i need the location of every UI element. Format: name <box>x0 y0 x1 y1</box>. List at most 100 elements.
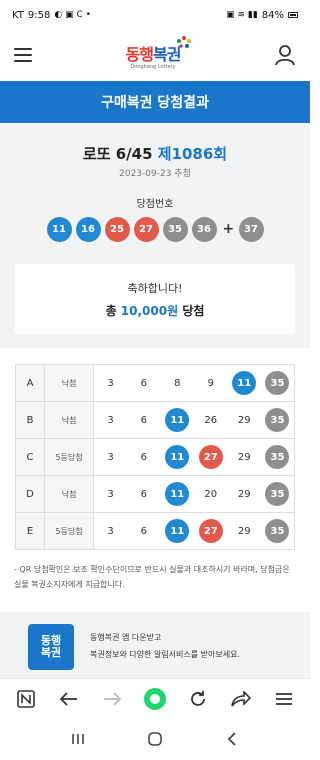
recent-apps-icon[interactable] <box>63 724 93 754</box>
ticket-number: 3 <box>107 377 114 389</box>
donghang-logo[interactable]: 동행복권 Donghang Lottery <box>125 35 192 70</box>
matched-number-ball: 35 <box>265 519 290 543</box>
ticket-number-cell: 11 <box>160 438 195 476</box>
ticket-number: 29 <box>237 525 251 537</box>
matched-number-ball: 11 <box>232 371 257 395</box>
logo-wordmark: 동행복권 <box>125 44 182 64</box>
ticket-number-cell: 3 <box>93 512 128 550</box>
ticket-letter: A <box>15 364 46 402</box>
menu-icon[interactable] <box>270 685 298 713</box>
reload-icon[interactable] <box>184 685 212 713</box>
ticket-row: E 5등당첨 3 6 11 27 29 35 <box>15 512 295 550</box>
app-logo-icon: 동행 복권 <box>28 624 74 670</box>
matched-number-ball: 27 <box>198 519 223 543</box>
clock: 9:58 <box>27 9 51 21</box>
ticket-number-cell: 35 <box>260 512 295 550</box>
ticket-number-cell: 6 <box>127 438 161 476</box>
banner-text-2: 복권정보와 다양한 알림서비스를 받아보세요. <box>90 650 241 659</box>
winning-numbers: 11 16 25 27 35 36 +37 <box>0 216 310 242</box>
ticket-number-cell: 3 <box>93 364 128 402</box>
ticket-number: 29 <box>237 488 251 500</box>
ticket-row: D 낙첨 3 6 11 20 29 35 <box>15 475 295 513</box>
ticket-result: 5등당첨 <box>44 512 95 550</box>
plus-sign: + <box>222 221 235 237</box>
ticket-number: 6 <box>140 488 147 500</box>
hamburger-icon[interactable] <box>14 48 32 62</box>
matched-number-ball: 11 <box>165 482 190 506</box>
ticket-number-cell: 35 <box>260 364 295 402</box>
ticket-number: 29 <box>237 414 251 426</box>
ticket-row: B 낙첨 3 6 11 26 29 35 <box>15 401 295 439</box>
app-download-banner[interactable]: 동행 복권 동행복권 앱 다운받고 복권정보와 다양한 알림서비스를 받아보세요. <box>0 612 310 678</box>
prize-amount: 10,000원 <box>120 304 179 318</box>
congrats-text: 축하합니다! <box>127 282 183 295</box>
ticket-number: 9 <box>207 377 214 389</box>
ticket-number-cell: 29 <box>227 512 261 550</box>
person-icon[interactable] <box>274 44 296 66</box>
draw-result-panel: 로또 6/45 제1086회 2023-09-23 추첨 당첨번호 11 16 25… <box>0 123 310 348</box>
ticket-number: 6 <box>140 451 147 463</box>
back-icon[interactable] <box>217 724 247 754</box>
carrier-label: KT <box>12 9 24 21</box>
bonus-ball: 37 <box>238 216 264 242</box>
page-title: 구매복권 당첨결과 <box>0 81 310 123</box>
ticket-results-table: A 낙첨 3 6 8 9 11 35 B 낙첨 3 6 11 26 29 35 C 5등당첨 3 6 11 27 29 35 D… <box>15 364 295 550</box>
back-arrow-icon[interactable] <box>55 685 83 713</box>
winning-ball: 27 <box>133 216 159 242</box>
home-icon[interactable] <box>140 724 170 754</box>
matched-number-ball: 35 <box>265 408 290 432</box>
logo-subtitle: Donghang Lottery <box>130 63 176 70</box>
battery-icon <box>288 12 298 18</box>
draw-date: 2023-09-23 추첨 <box>119 169 191 179</box>
matched-number-ball: 27 <box>198 445 223 469</box>
ticket-result: 낙첨 <box>44 401 95 439</box>
ticket-number: 26 <box>204 414 218 426</box>
ticket-number-cell: 8 <box>160 364 195 402</box>
ticket-number-cell: 29 <box>227 438 261 476</box>
round-number: 제1086회 <box>157 145 228 163</box>
ticket-number-cell: 3 <box>93 475 128 513</box>
ticket-letter: C <box>15 438 46 476</box>
status-right: ▣ ≋ ▮▮ 84% <box>226 10 298 21</box>
matched-number-ball: 35 <box>265 445 290 469</box>
ticket-result: 낙첨 <box>44 364 95 402</box>
ticket-number: 6 <box>140 377 147 389</box>
matched-number-ball: 35 <box>265 371 290 395</box>
banner-text-1: 동행복권 앱 다운받고 <box>90 633 162 642</box>
browser-toolbar <box>0 678 310 718</box>
ticket-number-cell: 35 <box>260 401 295 439</box>
home-circle-icon[interactable] <box>141 685 169 713</box>
ticket-number: 29 <box>237 451 251 463</box>
forward-arrow-icon[interactable] <box>98 685 126 713</box>
disclaimer-note: - QR 당첨확인은 보조 확인수단이므로 반드시 실물과 대조하시기 바라며,… <box>14 565 290 589</box>
ticket-number-cell: 3 <box>93 401 128 439</box>
ticket-number-cell: 11 <box>160 512 195 550</box>
winning-ball: 11 <box>46 216 72 242</box>
ticket-result: 낙첨 <box>44 475 95 513</box>
n-logo-icon[interactable] <box>12 685 40 713</box>
winning-ball: 25 <box>104 216 130 242</box>
winning-ball: 35 <box>162 216 188 242</box>
ticket-letter: D <box>15 475 46 513</box>
ticket-number: 8 <box>174 377 181 389</box>
round-title: 로또 6/45 제1086회 <box>82 145 228 163</box>
ticket-result: 5등당첨 <box>44 438 95 476</box>
battery-percent: 84% <box>261 9 284 21</box>
share-icon[interactable] <box>227 685 255 713</box>
ticket-number-cell: 9 <box>194 364 228 402</box>
ticket-row: C 5등당첨 3 6 11 27 29 35 <box>15 438 295 476</box>
matched-number-ball: 11 <box>165 408 190 432</box>
ticket-number-cell: 6 <box>127 364 161 402</box>
ticket-letter: B <box>15 401 46 439</box>
signal-icons: ▣ ≋ ▮▮ <box>226 10 258 20</box>
matched-number-ball: 11 <box>165 519 190 543</box>
ticket-number: 6 <box>140 525 147 537</box>
matched-number-ball: 11 <box>165 445 190 469</box>
status-left: KT 9:58 ◐ ▣ C • <box>12 10 91 21</box>
ticket-number: 3 <box>107 488 114 500</box>
ticket-number: 6 <box>140 414 147 426</box>
ticket-number: 3 <box>107 525 114 537</box>
winning-ball: 16 <box>75 216 101 242</box>
ticket-number-cell: 29 <box>227 401 261 439</box>
ticket-number-cell: 6 <box>127 401 161 439</box>
